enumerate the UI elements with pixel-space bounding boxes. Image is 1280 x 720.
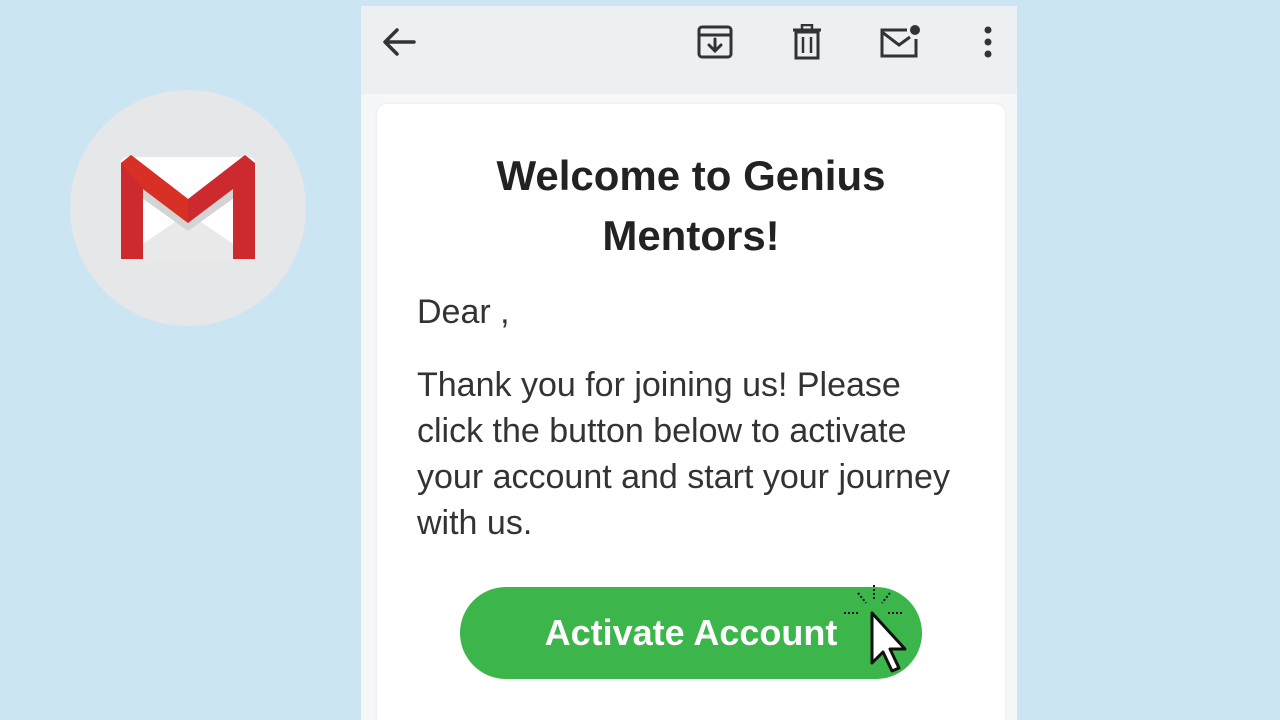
more-vert-icon: [984, 26, 992, 58]
mouse-pointer-icon: [844, 585, 907, 673]
gmail-logo-icon: [121, 155, 255, 259]
email-body: Thank you for joining us! Please click t…: [417, 366, 950, 542]
more-options-button[interactable]: [964, 18, 1012, 66]
mark-unread-button[interactable]: [876, 18, 924, 66]
archive-icon: [697, 25, 733, 59]
arrow-left-icon: [383, 28, 416, 56]
email-toolbar: [361, 6, 1017, 94]
back-button[interactable]: [375, 18, 423, 66]
email-title: Welcome to Genius Mentors!: [496, 152, 886, 259]
email-greeting: Dear ,: [417, 293, 510, 331]
gmail-logo-badge: [70, 90, 306, 326]
mark-unread-icon: [880, 25, 920, 58]
delete-button[interactable]: [783, 18, 831, 66]
trash-icon: [793, 24, 821, 60]
archive-button[interactable]: [691, 18, 739, 66]
stage: Welcome to Genius Mentors! Dear , Thank …: [0, 0, 1280, 720]
email-view: Welcome to Genius Mentors! Dear , Thank …: [361, 6, 1017, 720]
